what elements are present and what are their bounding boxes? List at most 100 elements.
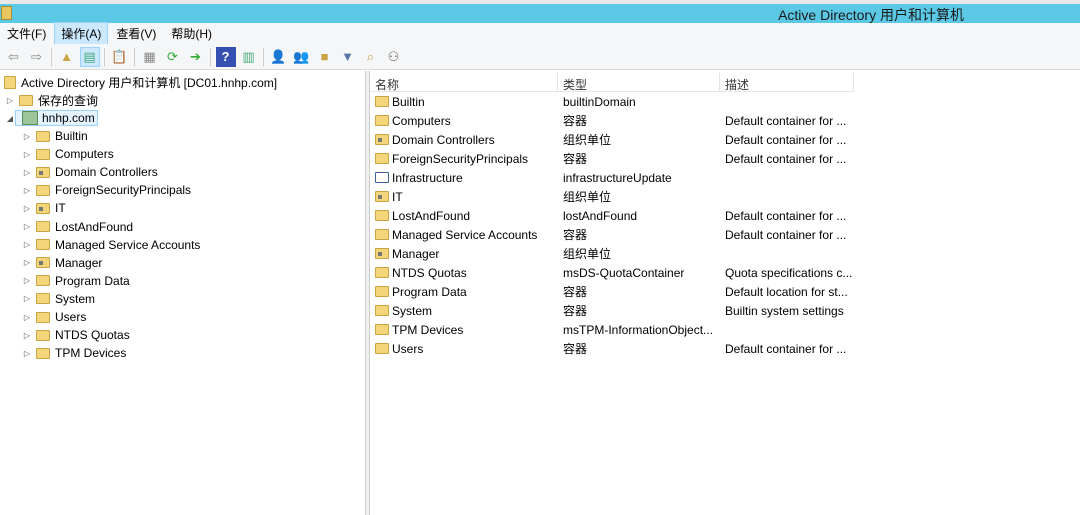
infra-icon <box>375 172 389 183</box>
folder-icon <box>375 210 389 221</box>
item-description: Default container for ... <box>725 151 847 166</box>
clipboard-icon[interactable]: 📋 <box>110 47 130 67</box>
filter-icon[interactable]: ▼ <box>338 47 358 67</box>
tree-label: Users <box>55 310 87 324</box>
tree-label: NTDS Quotas <box>55 328 130 343</box>
tree-node[interactable]: ▷ Users <box>22 308 86 326</box>
tree-label: IT <box>55 201 66 216</box>
forward-icon[interactable]: ⇨ <box>27 47 47 67</box>
tree-node[interactable]: ▷ System <box>22 290 95 308</box>
expand-icon[interactable]: ▷ <box>22 331 32 340</box>
expand-icon[interactable]: ▷ <box>22 204 32 213</box>
folder-icon <box>36 293 50 305</box>
expand-icon[interactable]: ▷ <box>22 276 32 285</box>
item-type: 容器 <box>563 228 588 242</box>
tree-label: Builtin <box>55 129 88 143</box>
expand-icon[interactable]: ▷ <box>22 168 32 177</box>
menu-action[interactable]: 操作(A) <box>54 22 109 45</box>
add-to-group-icon[interactable]: ⚇ <box>384 47 404 67</box>
expand-icon[interactable]: ▷ <box>5 96 15 105</box>
back-icon[interactable]: ⇦ <box>4 47 24 67</box>
action-pane-icon[interactable]: ▥ <box>239 47 259 67</box>
item-description: Default container for ... <box>725 132 847 147</box>
selected-node[interactable]: hnhp.com <box>15 110 98 126</box>
tree-root[interactable]: Active Directory 用户和计算机 [DC01.hnhp.com] <box>2 73 277 91</box>
list-item[interactable]: Manager 组织单位 <box>370 244 860 263</box>
console-tree-icon[interactable]: ▤ <box>79 46 100 67</box>
list-item[interactable]: LostAndFound lostAndFound Default contai… <box>370 206 860 225</box>
tree-node[interactable]: ▷ TPM Devices <box>22 344 126 362</box>
item-type: lostAndFound <box>563 208 638 223</box>
tree-node[interactable]: ▷ NTDS Quotas <box>22 326 130 344</box>
folder-icon <box>375 153 389 164</box>
list-item[interactable]: System 容器 Builtin system settings <box>370 301 860 320</box>
folder-icon <box>36 184 50 196</box>
expand-icon[interactable]: ▷ <box>22 313 32 322</box>
list-item[interactable]: Managed Service Accounts 容器 Default cont… <box>370 225 860 244</box>
find-icon[interactable]: ⌕ <box>361 47 381 67</box>
tree-node[interactable]: ▷ Builtin <box>22 127 88 145</box>
new-user-icon[interactable]: 👤 <box>269 47 289 67</box>
expand-icon[interactable]: ▷ <box>22 258 32 267</box>
tree-saved-queries[interactable]: ▷ 保存的查询 <box>5 91 98 109</box>
item-name: LostAndFound <box>392 208 471 223</box>
tree-node[interactable]: ▷ Managed Service Accounts <box>22 236 201 254</box>
list-item[interactable]: Users 容器 Default container for ... <box>370 339 860 358</box>
list-item[interactable]: Program Data 容器 Default location for st.… <box>370 282 860 301</box>
column-name[interactable]: 名称 <box>370 73 558 92</box>
expand-icon[interactable]: ▷ <box>22 222 32 231</box>
tree-label: TPM Devices <box>55 346 127 361</box>
tree-domain[interactable]: ◢ hnhp.com <box>5 109 98 127</box>
list-item[interactable]: Builtin builtinDomain <box>370 92 860 111</box>
list-item[interactable]: Infrastructure infrastructureUpdate <box>370 168 860 187</box>
tree-node[interactable]: ▷ Program Data <box>22 272 130 290</box>
export-icon[interactable]: ➔ <box>186 47 206 67</box>
collapse-icon[interactable]: ◢ <box>5 114 15 123</box>
folder-icon <box>375 267 389 278</box>
item-name: Infrastructure <box>392 170 463 185</box>
folder-icon <box>375 286 389 297</box>
expand-icon[interactable]: ▷ <box>22 294 32 303</box>
item-name: System <box>392 303 433 318</box>
expand-icon[interactable]: ▷ <box>22 186 32 195</box>
menu-file[interactable]: 文件(F) <box>0 22 53 45</box>
item-type: 容器 <box>563 304 588 318</box>
item-name: Domain Controllers <box>392 132 495 147</box>
list-item[interactable]: Computers 容器 Default container for ... <box>370 111 860 130</box>
menu-bar: 文件(F) 操作(A) 查看(V) 帮助(H) <box>0 22 1080 45</box>
item-description: Builtin system settings <box>725 303 844 318</box>
tree-node[interactable]: ▷ IT <box>22 199 66 217</box>
item-name: Builtin <box>392 94 425 109</box>
expand-icon[interactable]: ▷ <box>22 132 32 141</box>
list-item[interactable]: ForeignSecurityPrincipals 容器 Default con… <box>370 149 860 168</box>
expand-icon[interactable]: ▷ <box>22 150 32 159</box>
item-type: 容器 <box>563 152 588 166</box>
new-ou-icon[interactable]: ■ <box>315 47 335 67</box>
list-item[interactable]: TPM Devices msTPM-InformationObject... <box>370 320 860 339</box>
tree-node[interactable]: ▷ ForeignSecurityPrincipals <box>22 181 191 199</box>
list-item[interactable]: Domain Controllers 组织单位 Default containe… <box>370 130 860 149</box>
list-item[interactable]: IT 组织单位 <box>370 187 860 206</box>
expand-icon[interactable]: ▷ <box>22 240 32 249</box>
tree-node[interactable]: ▷ LostAndFound <box>22 218 133 236</box>
list-item[interactable]: NTDS Quotas msDS-QuotaContainer Quota sp… <box>370 263 860 282</box>
tree-node[interactable]: ▷ Domain Controllers <box>22 163 158 181</box>
item-type: 组织单位 <box>563 247 612 261</box>
column-type[interactable]: 类型 <box>558 73 720 92</box>
item-description: Default container for ... <box>725 113 847 128</box>
properties-icon[interactable]: ▦ <box>140 47 160 67</box>
column-description[interactable]: 描述 <box>720 73 854 92</box>
item-type: infrastructureUpdate <box>563 170 672 185</box>
menu-help[interactable]: 帮助(H) <box>164 22 219 45</box>
menu-view[interactable]: 查看(V) <box>109 22 163 45</box>
tree-label: LostAndFound <box>55 219 134 234</box>
tree-node[interactable]: ▷ Manager <box>22 254 102 272</box>
help-icon[interactable]: ? <box>215 46 236 67</box>
ou-icon <box>375 248 389 259</box>
column-headers: 名称 类型 描述 <box>370 73 854 92</box>
up-folder-icon[interactable]: ▲ <box>57 47 77 67</box>
expand-icon[interactable]: ▷ <box>22 349 32 358</box>
new-group-icon[interactable]: 👥 <box>292 47 312 67</box>
tree-node[interactable]: ▷ Computers <box>22 145 114 163</box>
refresh-icon[interactable]: ⟳ <box>163 47 183 67</box>
